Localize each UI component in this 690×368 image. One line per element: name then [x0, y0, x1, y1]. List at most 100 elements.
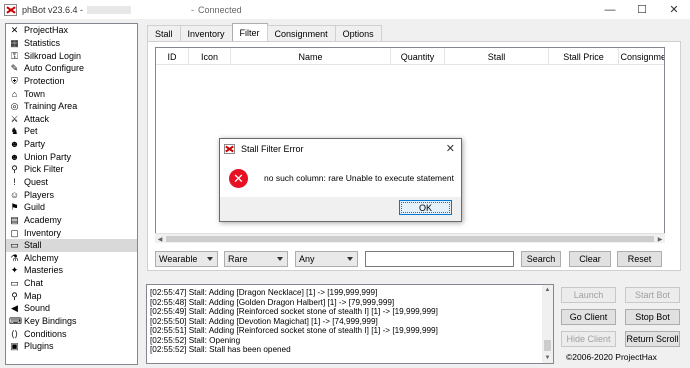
target-icon: ◎: [10, 101, 19, 112]
sidebar-item-label: Union Party: [24, 151, 72, 162]
reset-button[interactable]: Reset: [617, 251, 662, 267]
code-icon: ⟨⟩: [10, 328, 19, 339]
search-input[interactable]: [365, 251, 514, 267]
sidebar-item-training-area[interactable]: ◎ Training Area: [6, 100, 137, 113]
sidebar-item-academy[interactable]: ▤ Academy: [6, 214, 137, 227]
sidebar-item-town[interactable]: ⌂ Town: [6, 87, 137, 100]
guild-icon: ⚑: [10, 202, 19, 213]
window-title: phBot v23.6.4 -: [22, 4, 84, 15]
sidebar-item-label: Alchemy: [24, 252, 59, 263]
dialog-close-button[interactable]: ✕: [446, 142, 455, 155]
sidebar-item-inventory[interactable]: ▢ Inventory: [6, 226, 137, 239]
close-button[interactable]: ✕: [658, 0, 690, 19]
town-icon: ⌂: [11, 88, 18, 99]
title-separator: -: [191, 4, 195, 15]
sidebar-item-conditions[interactable]: ⟨⟩ Conditions: [6, 327, 137, 340]
scroll-thumb[interactable]: [544, 340, 551, 351]
column-header-quantity[interactable]: Quantity: [391, 48, 445, 65]
sidebar-item-label: Conditions: [24, 328, 67, 339]
sidebar-item-quest[interactable]: ! Quest: [6, 176, 137, 189]
alchemy-icon: ⚗: [10, 252, 19, 263]
vertical-scrollbar[interactable]: ▲ ▼: [542, 285, 553, 363]
sidebar-item-label: Guild: [24, 202, 46, 213]
start-bot-button[interactable]: Start Bot: [625, 287, 680, 303]
tab-stall[interactable]: Stall: [147, 25, 181, 41]
sidebar-item-players[interactable]: ☺ Players: [6, 188, 137, 201]
maximize-button[interactable]: ☐: [626, 0, 658, 19]
sidebar-item-statistics[interactable]: ▦ Statistics: [6, 37, 137, 50]
tab-consignment[interactable]: Consignment: [266, 25, 336, 41]
sidebar-item-chat[interactable]: ▭ Chat: [6, 277, 137, 290]
window-controls: — ☐ ✕: [594, 0, 690, 19]
log-textbox[interactable]: [02:55:47] Stall: Adding [Dragon Necklac…: [146, 284, 554, 364]
column-header-stall-price[interactable]: Stall Price: [549, 48, 619, 65]
sidebar-item-label: Key Bindings: [24, 316, 77, 327]
minimize-button[interactable]: —: [594, 0, 626, 19]
ok-button[interactable]: OK: [399, 200, 452, 215]
projecthax-icon: ✕: [10, 25, 19, 36]
sidebar-item-pet[interactable]: ♞ Pet: [6, 125, 137, 138]
sidebar-item-alchemy[interactable]: ⚗ Alchemy: [6, 252, 137, 265]
hide-client-button[interactable]: Hide Client: [561, 331, 616, 347]
rarity-select[interactable]: Rare: [224, 251, 288, 267]
sidebar-item-masteries[interactable]: ✦ Masteries: [6, 264, 137, 277]
sidebar-item-map[interactable]: ⚲ Map: [6, 289, 137, 302]
scroll-left-icon[interactable]: ◀: [155, 234, 165, 244]
sidebar-item-label: Pet: [24, 126, 38, 137]
sidebar-item-label: Plugins: [24, 341, 54, 352]
sidebar-item-label: Silkroad Login: [24, 50, 82, 61]
sidebar-item-auto-configure[interactable]: ✎ Auto Configure: [6, 62, 137, 75]
column-header-id[interactable]: ID: [156, 48, 189, 65]
sidebar-item-label: Chat: [24, 278, 44, 289]
sidebar-item-label: Party: [24, 139, 46, 150]
masteries-icon: ✦: [10, 265, 19, 276]
scroll-right-icon[interactable]: ▶: [655, 234, 665, 244]
column-header-name[interactable]: Name: [231, 48, 391, 65]
search-button[interactable]: Search: [521, 251, 561, 267]
horizontal-scrollbar[interactable]: ◀ ▶: [155, 233, 665, 243]
sidebar-item-pick-filter[interactable]: ⚲ Pick Filter: [6, 163, 137, 176]
sidebar-item-attack[interactable]: ⚔ Attack: [6, 112, 137, 125]
sidebar-item-label: Stall: [24, 240, 42, 251]
scroll-thumb[interactable]: [166, 236, 654, 242]
log-line: [02:55:48] Stall: Adding [Golden Dragon …: [150, 297, 395, 307]
sidebar-item-protection[interactable]: ⛨ Protection: [6, 75, 137, 88]
tab-inventory[interactable]: Inventory: [179, 25, 233, 41]
column-header-consignment[interactable]: Consignment: [619, 48, 664, 65]
sidebar-item-union-party[interactable]: ☻ Union Party: [6, 150, 137, 163]
statistics-icon: ▦: [10, 37, 19, 48]
tab-filter[interactable]: Filter: [231, 23, 268, 41]
rarity-select-value: Rare: [228, 254, 248, 264]
sidebar-item-key-bindings[interactable]: ⌨ Key Bindings: [6, 315, 137, 328]
tab-strip: Stall Inventory Filter Consignment Options: [147, 23, 382, 41]
type-select[interactable]: Wearable: [155, 251, 218, 267]
scroll-up-icon[interactable]: ▲: [542, 285, 553, 295]
scroll-down-icon[interactable]: ▼: [542, 353, 553, 363]
sidebar-item-silkroad-login[interactable]: ⚿ Silkroad Login: [6, 49, 137, 62]
log-line: [02:55:52] Stall: Opening: [150, 335, 241, 345]
sidebar-item-label: Masteries: [24, 265, 64, 276]
column-header-icon[interactable]: Icon: [189, 48, 231, 65]
clear-button[interactable]: Clear: [569, 251, 611, 267]
union-icon: ☻: [9, 151, 20, 162]
column-header-stall[interactable]: Stall: [445, 48, 549, 65]
sidebar-item-label: Sound: [24, 303, 51, 314]
sidebar-item-sound[interactable]: ◀ Sound: [6, 302, 137, 315]
sidebar-item-stall[interactable]: ▭ Stall: [6, 238, 137, 252]
launch-button[interactable]: Launch: [561, 287, 616, 303]
dialog-title-bar: Stall Filter Error ✕: [220, 139, 461, 159]
return-scroll-button[interactable]: Return Scroll: [625, 331, 680, 347]
degree-select[interactable]: Any: [295, 251, 358, 267]
stop-bot-button[interactable]: Stop Bot: [625, 309, 680, 325]
app-logo-icon: [224, 144, 235, 154]
sidebar-item-projecthax[interactable]: ✕ ProjectHax: [6, 24, 137, 37]
sidebar-item-guild[interactable]: ⚑ Guild: [6, 201, 137, 214]
degree-select-value: Any: [299, 254, 315, 264]
copyright-text: ©2006-2020 ProjectHax: [566, 352, 657, 362]
sidebar-item-plugins[interactable]: ▣ Plugins: [6, 340, 137, 353]
go-client-button[interactable]: Go Client: [561, 309, 616, 325]
sidebar-item-label: Inventory: [24, 227, 62, 238]
tab-options[interactable]: Options: [334, 25, 382, 41]
pet-icon: ♞: [10, 126, 19, 137]
sidebar-item-party[interactable]: ☻ Party: [6, 138, 137, 151]
